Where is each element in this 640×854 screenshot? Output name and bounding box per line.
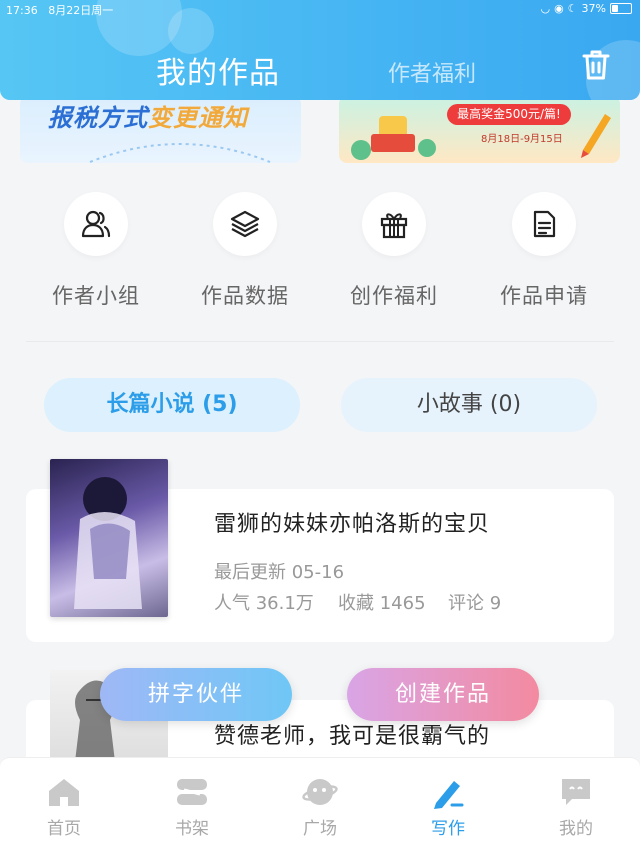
- typing-partner-button[interactable]: 拼字伙伴: [100, 668, 292, 721]
- battery-percent: 37%: [581, 2, 606, 15]
- action-creative-welfare[interactable]: 创作福利: [334, 192, 454, 310]
- bottom-nav: 首页 书架 广场 写作 我的: [0, 757, 640, 854]
- status-time: 17:36: [6, 4, 38, 17]
- section-divider: [26, 341, 614, 342]
- segment-long-novel[interactable]: 长篇小说 (5): [44, 378, 300, 432]
- action-icon-wrap: [512, 192, 576, 256]
- wifi-icon: ◡: [540, 2, 551, 15]
- book-title[interactable]: 赞德老师，我可是很霸气的: [214, 718, 490, 750]
- banner-dial-decor: [89, 143, 271, 163]
- status-date: 8月22日周一: [48, 4, 114, 17]
- trash-icon[interactable]: [580, 48, 612, 82]
- bookshelf-icon: [172, 774, 212, 810]
- segment-short-story[interactable]: 小故事 (0): [341, 378, 597, 432]
- nav-label: 首页: [47, 819, 81, 839]
- create-work-button[interactable]: 创建作品: [347, 668, 539, 721]
- home-icon: [44, 774, 84, 810]
- status-bar: 17:36 8月22日周一 ◡ ◉ ☾ 37%: [0, 0, 640, 18]
- banner-tax-text: 报税方式: [48, 104, 148, 132]
- action-label: 作品数据: [201, 284, 289, 308]
- nav-label: 广场: [303, 819, 337, 839]
- action-works-data[interactable]: 作品数据: [185, 192, 305, 310]
- banner-tax-title: 报税方式变更通知: [48, 98, 248, 133]
- book-popularity: 人气 36.1万: [214, 593, 314, 614]
- banner-tax-notice[interactable]: 报税方式变更通知: [20, 96, 301, 163]
- book-cover[interactable]: [50, 459, 168, 617]
- action-icon-wrap: [362, 192, 426, 256]
- pen-icon: [428, 774, 468, 810]
- nav-mine[interactable]: 我的: [536, 774, 616, 839]
- tab-author-welfare[interactable]: 作者福利: [388, 56, 476, 88]
- book-title[interactable]: 雷狮的妹妹亦帕洛斯的宝贝: [214, 506, 490, 538]
- banner-tax-emphasis: 变更通知: [148, 104, 248, 132]
- location-icon: ◉: [554, 2, 564, 15]
- banner-illustration: [351, 116, 436, 160]
- nav-label: 我的: [559, 819, 593, 839]
- pencil-icon: [581, 114, 611, 158]
- document-icon: [533, 210, 556, 238]
- nav-label: 写作: [431, 819, 465, 839]
- nav-label: 书架: [175, 819, 209, 839]
- tab-my-works[interactable]: 我的作品: [156, 48, 280, 92]
- layers-icon: [230, 210, 260, 238]
- action-works-apply[interactable]: 作品申请: [484, 192, 604, 310]
- nav-write[interactable]: 写作: [408, 774, 488, 839]
- banner-prize-event[interactable]: 最高奖金500元/篇! 8月18日-9月15日: [339, 96, 620, 163]
- status-time-date: 17:36 8月22日周一: [6, 2, 113, 18]
- book-cover-art: [74, 477, 142, 609]
- status-indicators: ◡ ◉ ☾ 37%: [540, 2, 632, 15]
- battery-level: [612, 5, 618, 12]
- planet-icon: [300, 774, 340, 810]
- action-label: 创作福利: [350, 284, 438, 308]
- book-favorites: 收藏 1465: [338, 593, 426, 614]
- moon-icon: ☾: [567, 2, 578, 15]
- nav-bookshelf[interactable]: 书架: [152, 774, 232, 839]
- action-label: 作品申请: [500, 284, 588, 308]
- nav-home[interactable]: 首页: [24, 774, 104, 839]
- battery-icon: [610, 3, 632, 14]
- action-icon-wrap: [213, 192, 277, 256]
- action-label: 作者小组: [52, 284, 140, 308]
- book-last-updated: 最后更新 05-16: [214, 562, 345, 583]
- book-comments: 评论 9: [448, 593, 502, 614]
- gift-icon: [380, 213, 408, 239]
- nav-plaza[interactable]: 广场: [280, 774, 360, 839]
- action-icon-wrap: [64, 192, 128, 256]
- banner-prize-dates: 8月18日-9月15日: [481, 134, 563, 145]
- action-author-group[interactable]: 作者小组: [36, 192, 156, 310]
- banner-prize-pill: 最高奖金500元/篇!: [447, 104, 571, 125]
- chat-bubble-icon: [556, 774, 596, 810]
- group-icon: [81, 210, 111, 238]
